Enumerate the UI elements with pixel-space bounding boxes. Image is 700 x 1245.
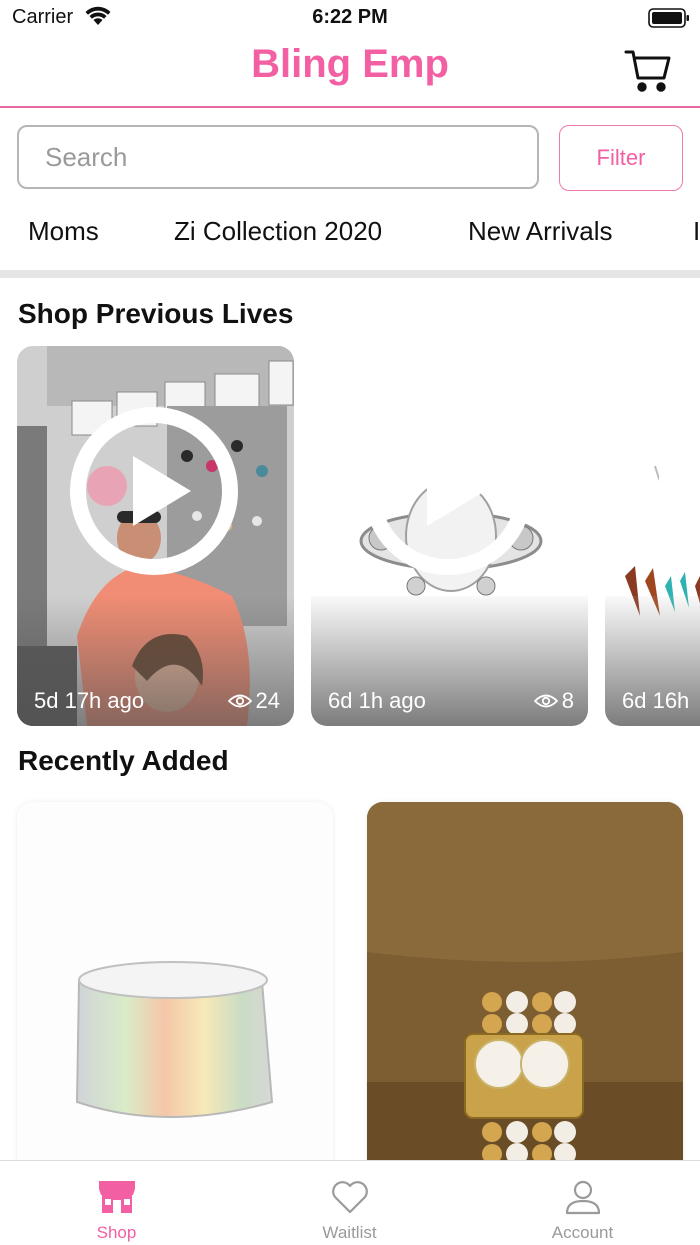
live-video-card[interactable]: 6d 16h xyxy=(605,346,700,726)
live-view-count-value: 8 xyxy=(561,688,574,713)
tab-waitlist-label: Waitlist xyxy=(322,1223,377,1242)
tab-waitlist[interactable]: Waitlist xyxy=(233,1161,466,1245)
live-video-card[interactable]: 6d 1h ago 8 xyxy=(311,346,588,726)
live-time-ago: 6d 16h xyxy=(622,688,690,713)
app-header: Bling Emp xyxy=(0,36,700,108)
tab-shop-label: Shop xyxy=(96,1223,137,1242)
live-video-card[interactable]: 5d 17h ago 24 xyxy=(17,346,294,726)
tab-shop[interactable]: Shop xyxy=(0,1161,233,1245)
tab-account-label: Account xyxy=(551,1223,614,1242)
eye-icon xyxy=(227,694,252,708)
tab-bar: Shop Waitlist Account xyxy=(0,1160,700,1245)
heart-icon xyxy=(330,1179,370,1220)
section-divider xyxy=(0,270,700,278)
filter-button[interactable]: Filter xyxy=(559,125,683,191)
previous-lives-carousel[interactable]: 5d 17h ago 24 6d 1h ago 8 6d 16h xyxy=(0,346,700,728)
clock: 6:22 PM xyxy=(312,6,388,28)
play-icon[interactable] xyxy=(363,406,533,576)
recently-added-heading: Recently Added xyxy=(18,745,229,776)
play-icon[interactable] xyxy=(657,406,700,576)
live-view-count: 24 xyxy=(227,688,280,714)
category-zi-collection-2020[interactable]: Zi Collection 2020 xyxy=(174,216,382,247)
cart-icon[interactable] xyxy=(624,46,672,99)
category-moms[interactable]: Moms xyxy=(28,216,99,247)
product-card[interactable] xyxy=(367,802,683,1182)
category-new-arrivals[interactable]: New Arrivals xyxy=(468,216,612,247)
category-tabs: Moms Zi Collection 2020 New Arrivals I xyxy=(0,212,700,256)
person-icon xyxy=(563,1179,603,1220)
store-icon xyxy=(97,1179,137,1220)
product-image xyxy=(367,802,683,1182)
search-input[interactable] xyxy=(17,125,539,189)
category-overflow[interactable]: I xyxy=(693,216,700,247)
live-time-ago: 6d 1h ago xyxy=(328,688,426,713)
tab-account[interactable]: Account xyxy=(466,1161,699,1245)
battery-icon xyxy=(648,8,690,33)
play-icon[interactable] xyxy=(69,406,239,576)
previous-lives-heading: Shop Previous Lives xyxy=(18,298,294,329)
status-bar: Carrier 6:22 PM xyxy=(0,0,700,36)
live-time-ago: 5d 17h ago xyxy=(34,688,145,713)
app-title: Bling Emp xyxy=(251,42,449,86)
product-image xyxy=(17,802,333,1182)
live-view-count: 8 xyxy=(533,688,574,714)
product-card[interactable] xyxy=(17,802,333,1182)
eye-icon xyxy=(533,694,558,708)
live-view-count-value: 24 xyxy=(255,688,280,713)
